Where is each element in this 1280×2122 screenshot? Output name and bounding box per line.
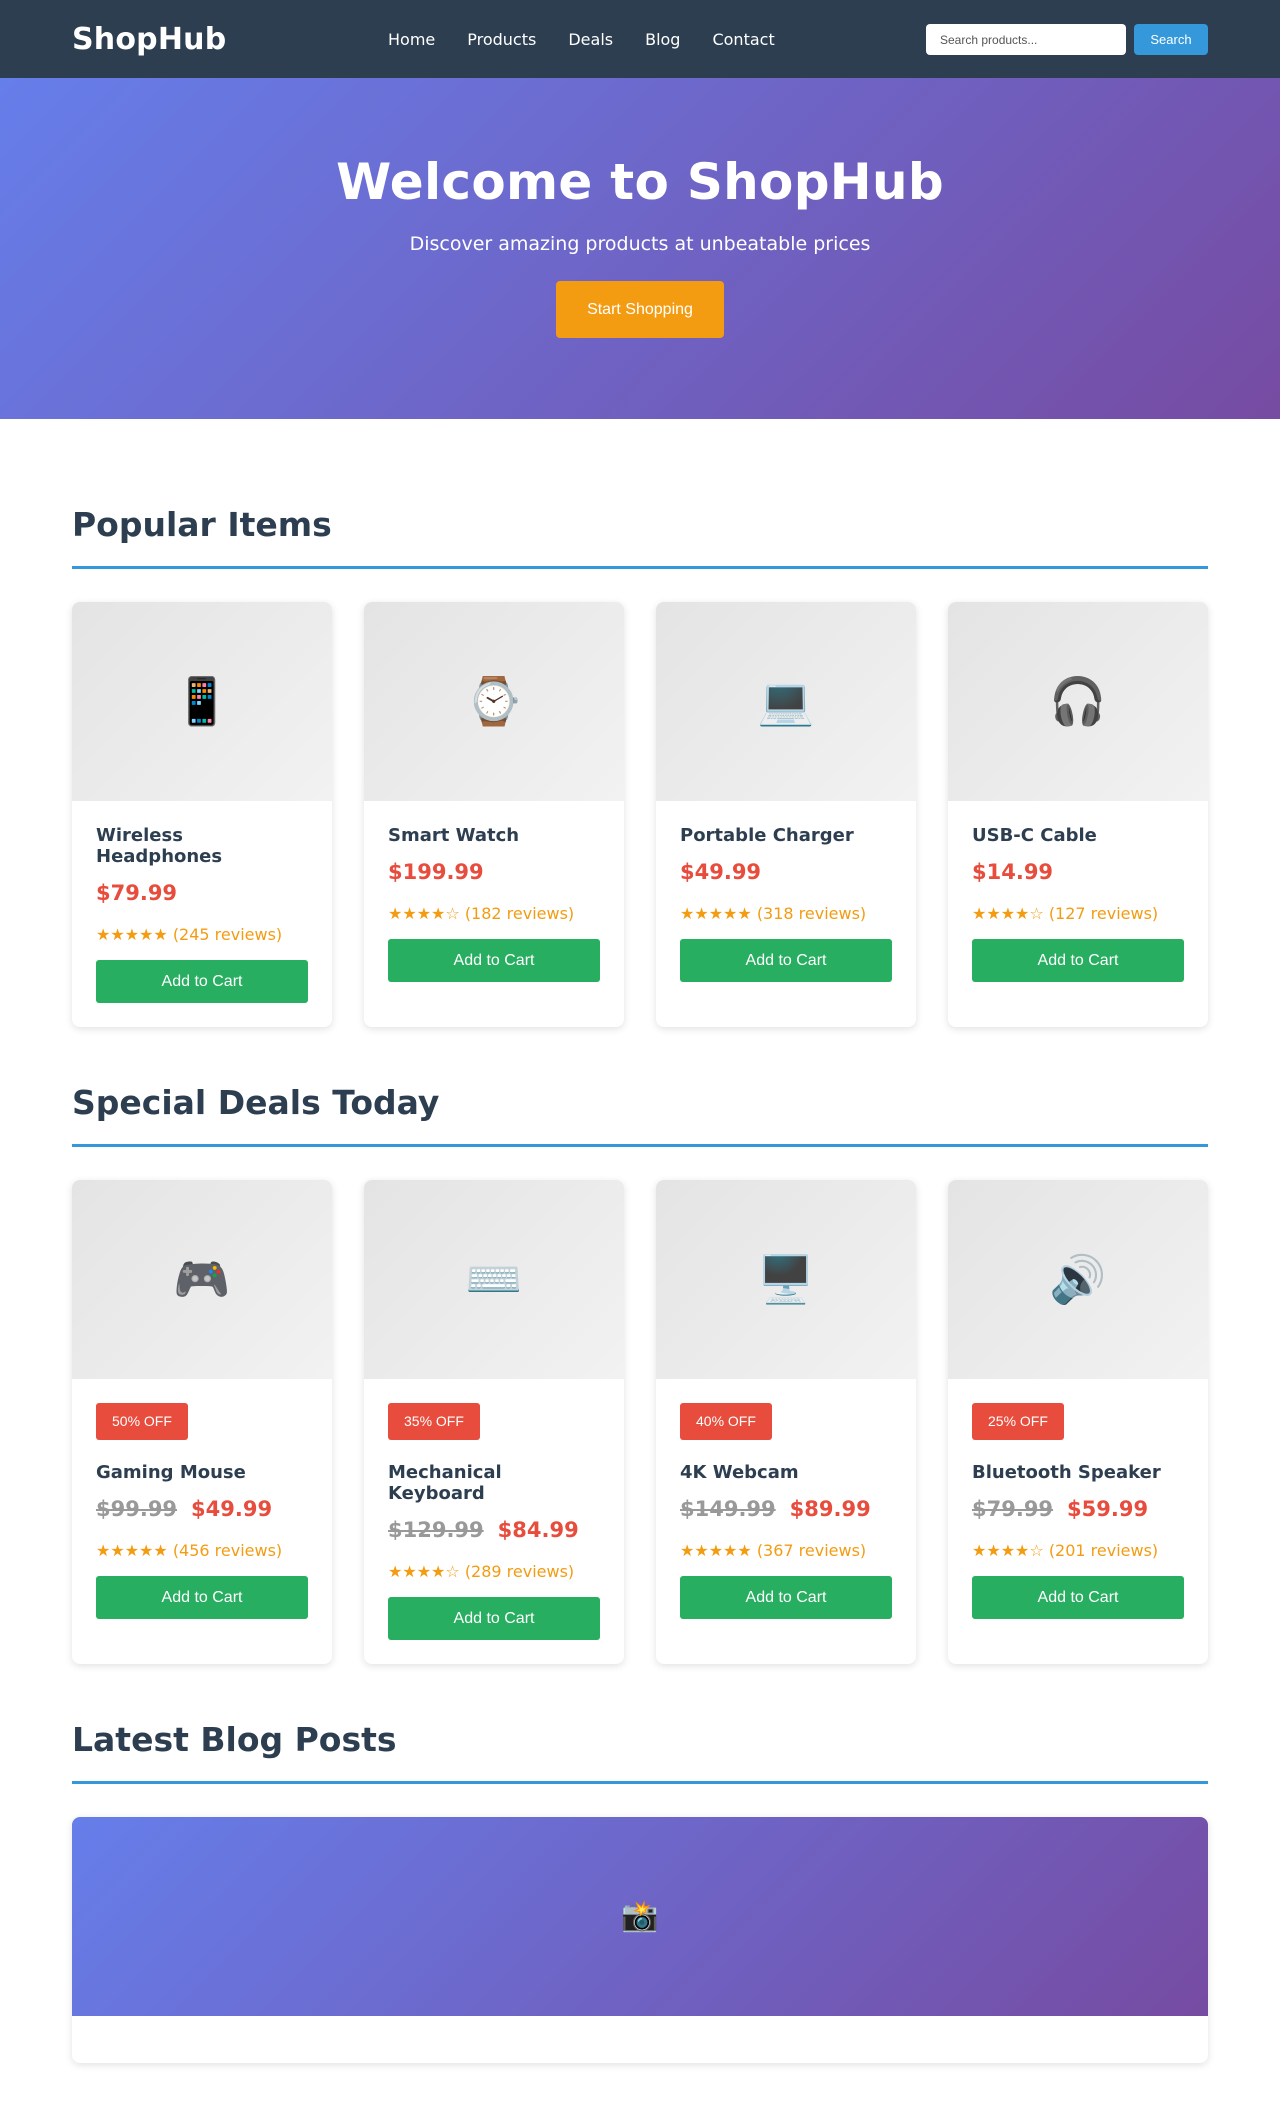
discount-badge: 50% OFF — [96, 1403, 188, 1440]
product-card[interactable]: 🎧 USB-C Cable $14.99 ★★★★☆ (127 reviews)… — [948, 602, 1208, 1027]
product-price: $14.99 — [972, 860, 1054, 884]
product-name[interactable]: Bluetooth Speaker — [972, 1462, 1184, 1483]
special-deals-section: Special Deals Today 🎮 50% OFF Gaming Mou… — [72, 1027, 1208, 1664]
discount-badge: 40% OFF — [680, 1403, 772, 1440]
review-count: (456 reviews) — [172, 1541, 283, 1560]
product-rating: ★★★★★ (367 reviews) — [680, 1541, 892, 1560]
product-rating: ★★★★☆ (182 reviews) — [388, 904, 600, 923]
site-header: ShopHub Home Products Deals Blog Contact… — [0, 0, 1280, 78]
product-name[interactable]: 4K Webcam — [680, 1462, 892, 1483]
star-rating: ★★★★☆ — [972, 904, 1044, 923]
product-card[interactable]: ⌚ Smart Watch $199.99 ★★★★☆ (182 reviews… — [364, 602, 624, 1027]
product-grid: 📱 Wireless Headphones $79.99 ★★★★★ (245 … — [72, 602, 1208, 1027]
sale-price: $84.99 — [497, 1518, 579, 1542]
product-price: $199.99 — [388, 860, 484, 884]
product-rating: ★★★★★ (245 reviews) — [96, 925, 308, 944]
original-price: $149.99 — [680, 1497, 776, 1521]
review-count: (289 reviews) — [464, 1562, 575, 1581]
search-button[interactable]: Search — [1134, 24, 1208, 55]
star-rating: ★★★★☆ — [972, 1541, 1044, 1560]
nav-home-link[interactable]: Home — [388, 30, 435, 49]
mobile-phone-icon: 📱 — [72, 602, 332, 801]
product-price: $79.99 — [96, 881, 178, 905]
star-rating: ★★★★★ — [96, 1541, 168, 1560]
deals-grid: 🎮 50% OFF Gaming Mouse $99.99 $49.99 ★★★… — [72, 1180, 1208, 1664]
star-rating: ★★★★☆ — [388, 904, 460, 923]
camera-flash-icon: 📸 — [72, 1817, 1208, 2016]
review-count: (245 reviews) — [172, 925, 283, 944]
add-to-cart-button[interactable]: Add to Cart — [680, 1576, 892, 1619]
speaker-icon: 🔊 — [948, 1180, 1208, 1379]
star-rating: ★★★★☆ — [388, 1562, 460, 1581]
game-controller-icon: 🎮 — [72, 1180, 332, 1379]
add-to-cart-button[interactable]: Add to Cart — [96, 960, 308, 1003]
star-rating: ★★★★★ — [680, 904, 752, 923]
review-count: (127 reviews) — [1048, 904, 1159, 923]
product-rating: ★★★★☆ (289 reviews) — [388, 1562, 600, 1581]
original-price: $129.99 — [388, 1518, 484, 1542]
main-nav: Home Products Deals Blog Contact — [388, 0, 775, 78]
product-rating: ★★★★★ (456 reviews) — [96, 1541, 308, 1560]
add-to-cart-button[interactable]: Add to Cart — [972, 1576, 1184, 1619]
product-name[interactable]: Wireless Headphones — [96, 825, 308, 867]
keyboard-icon: ⌨️ — [364, 1180, 624, 1379]
nav-contact-link[interactable]: Contact — [712, 30, 774, 49]
nav-deals-link[interactable]: Deals — [568, 30, 613, 49]
product-price: $49.99 — [680, 860, 762, 884]
product-card[interactable]: 📱 Wireless Headphones $79.99 ★★★★★ (245 … — [72, 602, 332, 1027]
review-count: (201 reviews) — [1048, 1541, 1159, 1560]
deal-card[interactable]: 🎮 50% OFF Gaming Mouse $99.99 $49.99 ★★★… — [72, 1180, 332, 1664]
review-count: (182 reviews) — [464, 904, 575, 923]
sale-price: $59.99 — [1067, 1497, 1149, 1521]
star-rating: ★★★★★ — [680, 1541, 752, 1560]
section-title: Popular Items — [72, 505, 1208, 569]
product-name[interactable]: Mechanical Keyboard — [388, 1462, 600, 1504]
nav-products-link[interactable]: Products — [467, 30, 536, 49]
section-title: Special Deals Today — [72, 1083, 1208, 1147]
hero-banner: Welcome to ShopHub Discover amazing prod… — [0, 78, 1280, 419]
original-price: $79.99 — [972, 1497, 1054, 1521]
star-rating: ★★★★★ — [96, 925, 168, 944]
popular-items-section: Popular Items 📱 Wireless Headphones $79.… — [72, 419, 1208, 1027]
product-rating: ★★★★☆ (127 reviews) — [972, 904, 1184, 923]
product-name[interactable]: Portable Charger — [680, 825, 892, 846]
laptop-icon: 💻 — [656, 602, 916, 801]
latest-blog-section: Latest Blog Posts 📸 — [72, 1664, 1208, 2063]
add-to-cart-button[interactable]: Add to Cart — [96, 1576, 308, 1619]
add-to-cart-button[interactable]: Add to Cart — [388, 939, 600, 982]
section-title: Latest Blog Posts — [72, 1720, 1208, 1784]
main-content: Popular Items 📱 Wireless Headphones $79.… — [0, 419, 1280, 2063]
hero-title: Welcome to ShopHub — [336, 153, 944, 211]
product-name[interactable]: USB-C Cable — [972, 825, 1184, 846]
start-shopping-button[interactable]: Start Shopping — [556, 281, 724, 338]
hero-subtitle: Discover amazing products at unbeatable … — [409, 233, 871, 255]
product-name[interactable]: Smart Watch — [388, 825, 600, 846]
deal-card[interactable]: ⌨️ 35% OFF Mechanical Keyboard $129.99 $… — [364, 1180, 624, 1664]
product-card[interactable]: 💻 Portable Charger $49.99 ★★★★★ (318 rev… — [656, 602, 916, 1027]
search-bar: Search — [926, 24, 1208, 55]
monitor-icon: 🖥️ — [656, 1180, 916, 1379]
add-to-cart-button[interactable]: Add to Cart — [680, 939, 892, 982]
headphones-icon: 🎧 — [948, 602, 1208, 801]
review-count: (367 reviews) — [756, 1541, 867, 1560]
blog-post-card[interactable]: 📸 — [72, 1817, 1208, 2063]
discount-badge: 35% OFF — [388, 1403, 480, 1440]
product-name[interactable]: Gaming Mouse — [96, 1462, 308, 1483]
discount-badge: 25% OFF — [972, 1403, 1064, 1440]
add-to-cart-button[interactable]: Add to Cart — [972, 939, 1184, 982]
site-logo[interactable]: ShopHub — [72, 22, 226, 57]
watch-icon: ⌚ — [364, 602, 624, 801]
sale-price: $89.99 — [789, 1497, 871, 1521]
sale-price: $49.99 — [191, 1497, 273, 1521]
product-rating: ★★★★★ (318 reviews) — [680, 904, 892, 923]
add-to-cart-button[interactable]: Add to Cart — [388, 1597, 600, 1640]
review-count: (318 reviews) — [756, 904, 867, 923]
search-input[interactable] — [926, 24, 1126, 55]
product-rating: ★★★★☆ (201 reviews) — [972, 1541, 1184, 1560]
deal-card[interactable]: 🔊 25% OFF Bluetooth Speaker $79.99 $59.9… — [948, 1180, 1208, 1664]
nav-blog-link[interactable]: Blog — [645, 30, 680, 49]
original-price: $99.99 — [96, 1497, 178, 1521]
deal-card[interactable]: 🖥️ 40% OFF 4K Webcam $149.99 $89.99 ★★★★… — [656, 1180, 916, 1664]
